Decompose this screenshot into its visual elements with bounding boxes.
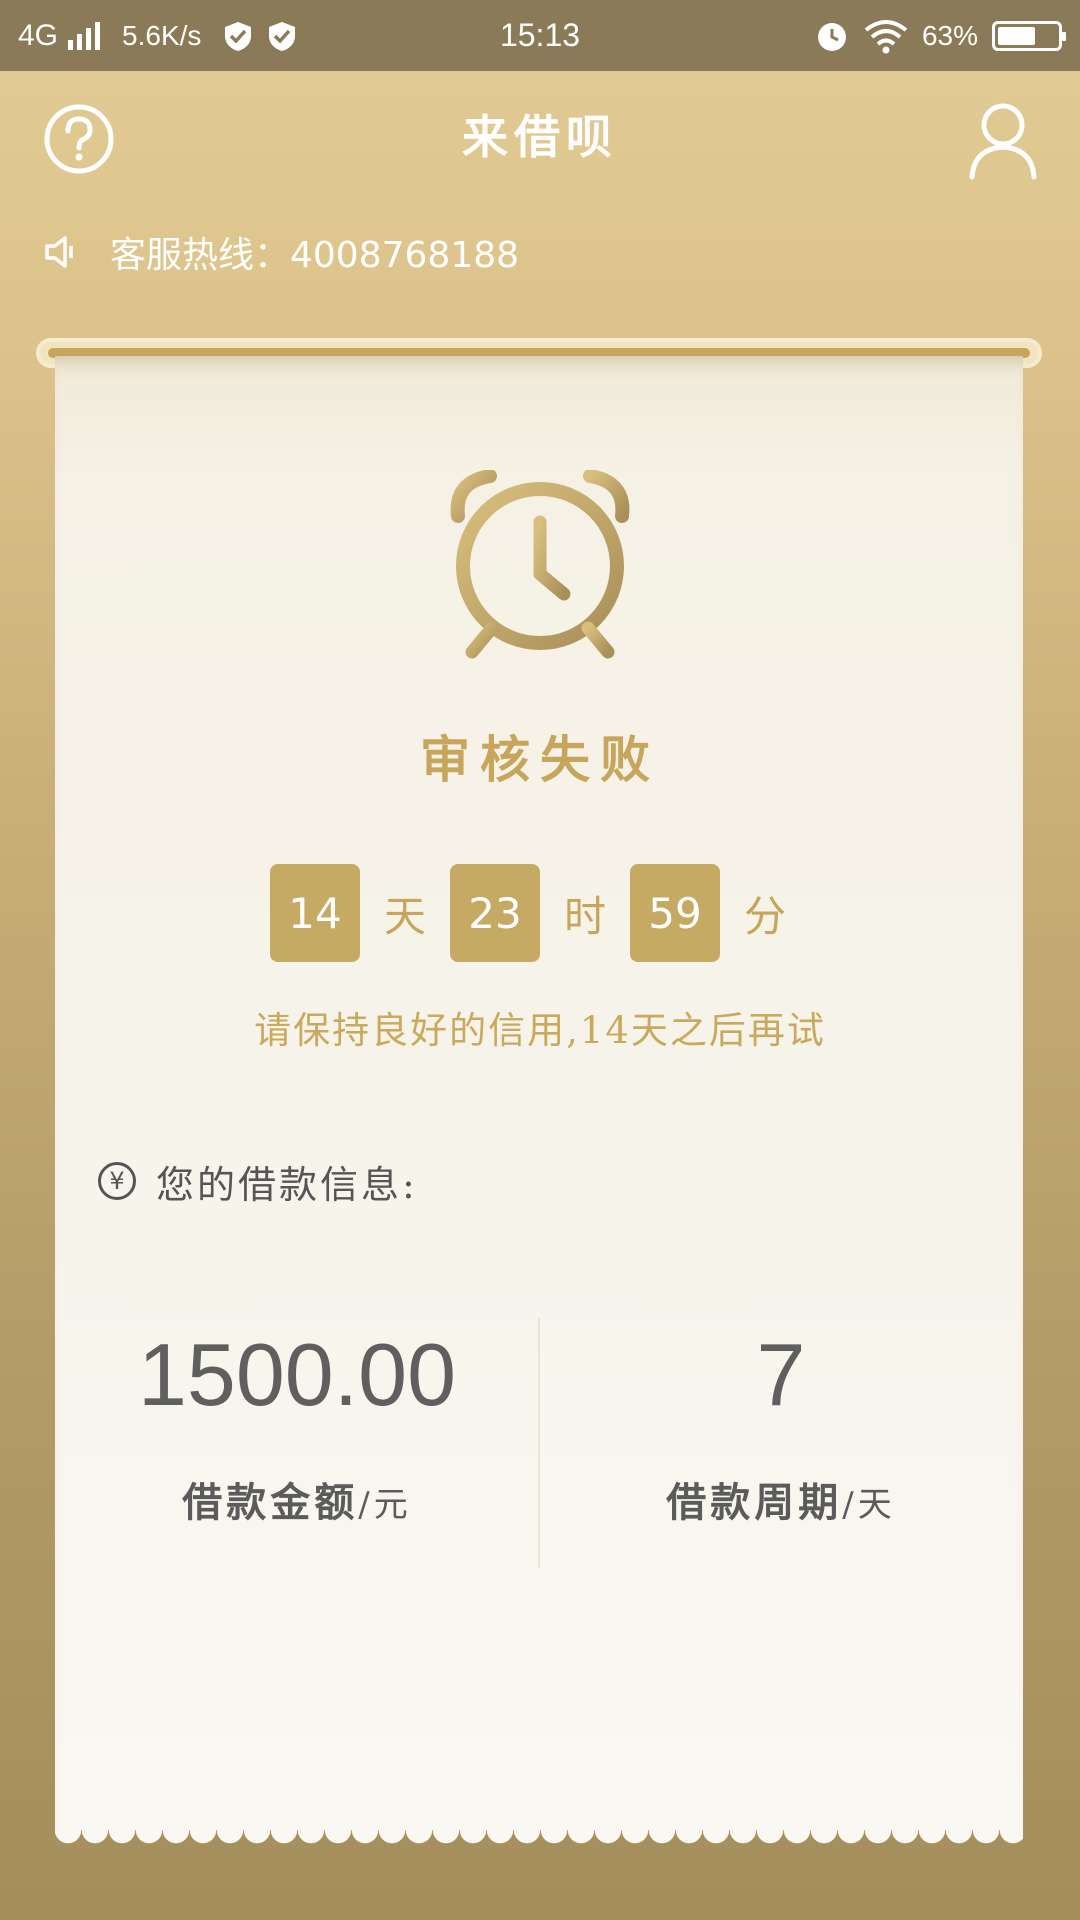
loan-period: 7 借款周期/天 <box>539 1320 1023 1528</box>
loan-info-heading: ¥ 您的借款信息: <box>98 1158 418 1207</box>
status-bar: 4G 5.6K/s 15:13 63% <box>0 0 1080 71</box>
alarm-clock-icon <box>450 470 630 659</box>
loan-period-unit: /天 <box>842 1485 896 1525</box>
countdown-hours: 23 <box>450 864 540 962</box>
battery-icon <box>992 20 1066 51</box>
user-icon[interactable] <box>968 101 1038 181</box>
header: 来借呗 <box>0 71 1080 201</box>
review-status-title: 审核失败 <box>420 730 660 789</box>
loan-amount-value: 1500.00 <box>137 1325 457 1424</box>
service-hotline[interactable]: 客服热线：4008768188 <box>44 222 519 282</box>
retry-tip: 请保持良好的信用,14天之后再试 <box>254 1009 826 1052</box>
countdown-days-unit: 天 <box>383 891 426 941</box>
loan-amount-label: 借款金额/元 <box>55 1470 539 1528</box>
speaker-icon <box>45 236 73 268</box>
loan-amount-label-text: 借款金额 <box>182 1479 359 1526</box>
countdown-days: 14 <box>270 864 360 962</box>
yen-icon: ¥ <box>98 1162 136 1200</box>
loan-amount: 1500.00 借款金额/元 <box>55 1320 539 1528</box>
status-bar-right: 63% <box>814 0 1066 71</box>
countdown-minutes: 59 <box>630 864 720 962</box>
countdown-hours-unit: 时 <box>563 891 606 941</box>
wifi-icon <box>864 19 908 53</box>
hotline-text: 客服热线：4008768188 <box>110 235 520 276</box>
page-title: 来借呗 <box>462 110 618 164</box>
loan-period-label: 借款周期/天 <box>539 1470 1023 1528</box>
loan-amount-unit: /元 <box>358 1485 412 1525</box>
countdown: 14 天 23 时 59 分 <box>270 864 810 962</box>
card-scalloped-edge <box>55 1830 1023 1848</box>
countdown-minutes-unit: 分 <box>743 891 786 941</box>
alarm-icon <box>817 22 846 51</box>
loan-period-label-text: 借款周期 <box>666 1479 843 1526</box>
battery-percent: 63% <box>921 19 978 51</box>
loan-info-heading-text: 您的借款信息: <box>156 1162 418 1207</box>
loan-period-value: 7 <box>756 1325 806 1424</box>
